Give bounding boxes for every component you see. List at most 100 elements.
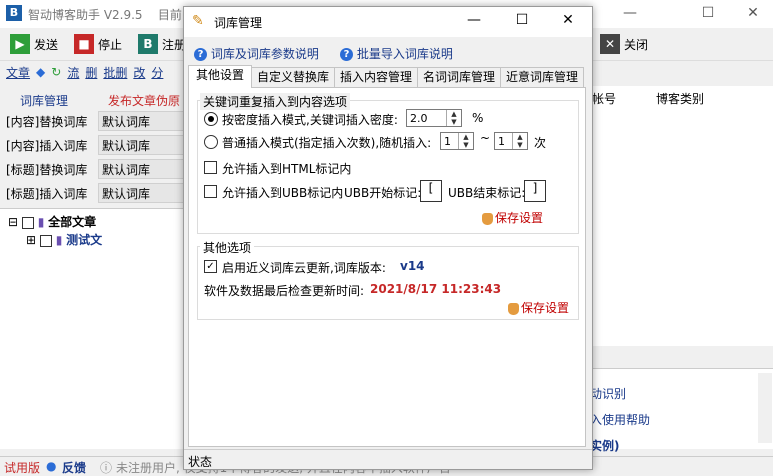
close-window-button[interactable]: ✕ [733, 0, 773, 28]
group-title: 关键词重复插入到内容选项 [200, 93, 351, 110]
tree-child[interactable]: ⊞ ▮ 测试文 [26, 231, 102, 248]
cloud-update-checkbox[interactable]: ✓ [204, 260, 217, 273]
book-icon: ▮ [37, 215, 45, 229]
lexicon-row-select[interactable]: 默认词库 [98, 135, 185, 155]
send-label: 发送 [34, 37, 59, 52]
spin-arrows-icon: ▲ ▼ [458, 133, 473, 149]
question-icon: ? [194, 48, 207, 61]
ubb-insert-checkbox[interactable] [204, 185, 217, 198]
import-help-link[interactable]: ? 批量导入词库说明 [340, 45, 453, 62]
feedback-link[interactable]: 反馈 [62, 459, 86, 476]
register-button[interactable]: B 注册 [138, 31, 186, 57]
dialog-maximize-button[interactable]: ☐ [502, 7, 542, 35]
lexicon-row-label: [内容]替换词库 [6, 115, 88, 129]
lexicon-row-select[interactable]: 默认词库 [98, 183, 185, 203]
minimize-button[interactable]: — [610, 0, 650, 28]
stop-label: 停止 [98, 37, 123, 52]
dialog-title-bar: ✎ 词库管理 — ☐ ✕ [184, 7, 592, 37]
register-icon: B [138, 34, 158, 54]
folder-icon: ▮ [55, 233, 63, 247]
app-logo-icon: B [6, 5, 22, 21]
last-update-time: 2021/8/17 11:23:43 [370, 282, 502, 296]
maximize-button[interactable]: ☐ [688, 0, 728, 28]
article-menu: 文章 ◆ ↻ 流 删 批删 改 分 [0, 60, 196, 84]
close-button[interactable]: ✕ 关闭 [600, 31, 648, 57]
ubb-end-label: UBB结束标记: [448, 186, 526, 200]
tab-lexicon-manage[interactable]: 词库管理 [20, 92, 68, 109]
lexicon-version: v14 [400, 259, 425, 273]
tab-panel: 关键词重复插入到内容选项 按密度插入模式,关键词插入密度: 2.0 ▲ ▼ % 普… [188, 87, 586, 447]
lexicon-dialog: ✎ 词库管理 — ☐ ✕ ? 词库及词库参数说明 ? 批量导入词库说明 其他设置… [183, 6, 593, 470]
play-icon: ▶ [10, 34, 30, 54]
count-max-stepper[interactable]: 1 ▲ ▼ [494, 132, 528, 150]
send-button[interactable]: ▶ 发送 [10, 31, 58, 57]
save-settings-button[interactable]: 保存设置 [508, 299, 569, 316]
lexicon-row: [内容]替换词库 默认词库 [0, 110, 185, 132]
lexicon-help-link[interactable]: ? 词库及词库参数说明 [194, 45, 319, 62]
lexicon-row-select[interactable]: 默认词库 [98, 111, 185, 131]
help-item[interactable]: 实例) [590, 437, 620, 454]
tab-insert-content[interactable]: 插入内容管理 [334, 67, 418, 87]
count-max-value: 1 [498, 135, 505, 148]
info-icon: ⓘ [100, 461, 113, 475]
lexicon-row-label: [标题]插入词库 [6, 187, 88, 201]
tab-noun-lexicon[interactable]: 名词词库管理 [417, 67, 501, 87]
scrollbar[interactable] [758, 373, 772, 443]
col-blog-category[interactable]: 博客类别 [656, 90, 704, 107]
tab-custom-replace[interactable]: 自定义替换库 [251, 67, 335, 87]
dialog-title: 词库管理 [214, 16, 263, 30]
ubb-start-input[interactable]: [ [420, 180, 442, 202]
help-item[interactable]: 动识别 [590, 385, 626, 402]
col-account[interactable]: 帐号 [592, 90, 616, 107]
group-title: 其他选项 [200, 239, 255, 256]
hand-pointer-icon [482, 212, 493, 225]
stop-button[interactable]: ■ 停止 [74, 31, 122, 57]
menu-category[interactable]: 分 [151, 64, 163, 81]
dialog-minimize-button[interactable]: — [454, 7, 494, 35]
left-panel: 词库管理 发布文章伪原 [内容]替换词库 默认词库 [内容]插入词库 默认词库 … [0, 86, 185, 206]
import-help-label: 批量导入词库说明 [356, 47, 453, 61]
close-icon: ✕ [600, 34, 620, 54]
density-mode-label: 按密度插入模式,关键词插入密度: [222, 113, 398, 127]
article-tree: ⊟ ▮ 全部文章 ⊞ ▮ 测试文 [0, 208, 185, 449]
dialog-tabs: 其他设置 自定义替换库 插入内容管理 名词词库管理 近意词库管理 [188, 65, 588, 88]
save-settings-label: 保存设置 [521, 301, 570, 315]
blog-table-header: 帐号 博客类别 [590, 86, 773, 111]
html-insert-checkbox[interactable] [204, 161, 217, 174]
spin-arrows-icon: ▲ ▼ [446, 110, 461, 126]
spin-arrows-icon: ▲ ▼ [512, 133, 527, 149]
collapse-icon: ⊟ [8, 215, 19, 229]
menu-flow[interactable]: 流 [67, 64, 79, 81]
lexicon-row-label: [内容]插入词库 [6, 139, 88, 153]
density-stepper[interactable]: 2.0 ▲ ▼ [406, 109, 462, 127]
tree-child-checkbox[interactable] [39, 234, 52, 247]
menu-batch-delete[interactable]: 批删 [103, 64, 127, 81]
app-title: 智动博客助手 V2.9.5 [28, 8, 143, 22]
lexicon-row-select[interactable]: 默认词库 [98, 159, 185, 179]
trial-label: 试用版 [4, 461, 41, 475]
ubb-end-input[interactable]: ] [524, 180, 546, 202]
dialog-status-bar: 状态 [184, 449, 592, 470]
tab-other-settings[interactable]: 其他设置 [188, 65, 252, 88]
menu-delete[interactable]: 删 [85, 64, 97, 81]
tree-root[interactable]: ⊟ ▮ 全部文章 [8, 213, 96, 230]
tab-publish-pseudo[interactable]: 发布文章伪原 [108, 92, 180, 109]
density-mode-radio[interactable] [204, 112, 218, 126]
menu-article[interactable]: 文章 [6, 64, 30, 81]
count-mode-radio[interactable] [204, 135, 218, 149]
count-min-stepper[interactable]: 1 ▲ ▼ [440, 132, 474, 150]
count-separator: ~ [480, 131, 491, 145]
tab-synonym-lexicon[interactable]: 近意词库管理 [500, 67, 584, 87]
lexicon-row: [标题]替换词库 默认词库 [0, 158, 185, 180]
tree-root-checkbox[interactable] [21, 216, 34, 229]
help-item[interactable]: 入使用帮助 [590, 411, 650, 428]
dialog-close-button[interactable]: ✕ [548, 7, 588, 35]
cloud-update-label: 启用近义词库云更新,词库版本: [222, 261, 386, 275]
blog-table [590, 110, 773, 346]
lexicon-row-label: [标题]替换词库 [6, 163, 88, 177]
density-value: 2.0 [410, 112, 428, 125]
stop-icon: ■ [74, 34, 94, 54]
lexicon-row: [标题]插入词库 默认词库 [0, 182, 185, 204]
save-settings-button[interactable]: 保存设置 [482, 209, 543, 226]
menu-edit[interactable]: 改 [133, 64, 145, 81]
